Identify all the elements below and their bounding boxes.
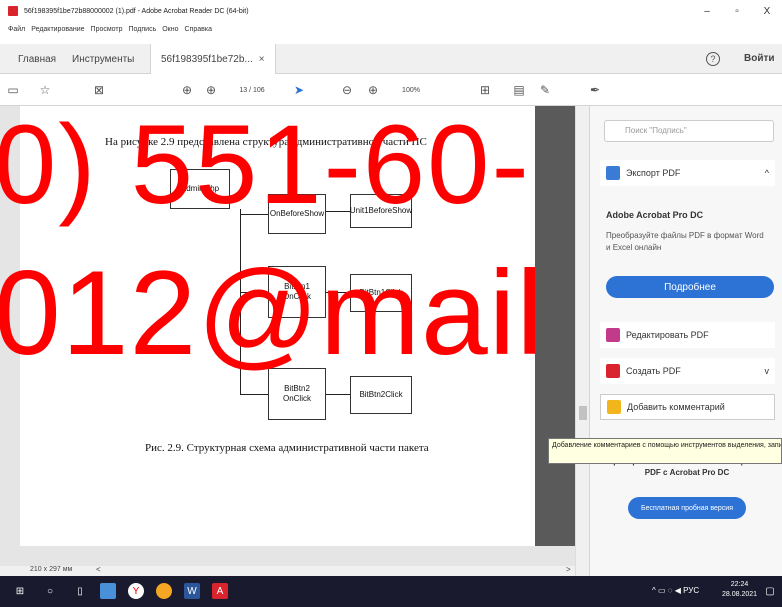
- zoom-in-icon[interactable]: ⊕: [366, 82, 380, 98]
- node-bitbtn1-onclick: BitBtn1 OnClick: [268, 266, 326, 318]
- tools-search-input[interactable]: Поиск "Подпись": [604, 120, 774, 142]
- chevron-up-icon: ^: [764, 168, 769, 178]
- tools-panel: Поиск "Подпись" Экспорт PDF ^ Adobe Acro…: [589, 106, 782, 576]
- mail-icon[interactable]: ⊠: [92, 82, 106, 98]
- tab-document-label: 56f198395f1be72b...: [161, 53, 253, 65]
- page-size-label: 210 x 297 мм: [30, 566, 73, 573]
- window-title: 56f198395f1be72b88000002 (1).pdf - Adobe…: [24, 7, 249, 15]
- more-button[interactable]: Подробнее: [606, 276, 774, 298]
- tab-bar: Главная Инструменты 56f198395f1be72b... …: [0, 44, 782, 74]
- page-gutter: [535, 106, 575, 546]
- scroll-right-icon[interactable]: >: [566, 565, 571, 574]
- doc-paragraph: На рисунке 2.9 представлена структура ад…: [105, 136, 427, 148]
- menu-view[interactable]: Просмотр: [91, 26, 123, 33]
- menu-help[interactable]: Справка: [185, 26, 212, 33]
- node-bitbtn2-onclick: BitBtn2 OnClick: [268, 368, 326, 420]
- zoom-level-select[interactable]: 100%: [396, 82, 426, 98]
- next-page-icon[interactable]: ⊕: [204, 82, 218, 98]
- connector-line: [240, 209, 241, 395]
- pen-icon[interactable]: ✎: [538, 82, 552, 98]
- menu-window[interactable]: Окно: [162, 26, 178, 33]
- task-view-icon[interactable]: ▯: [72, 583, 88, 599]
- toolbar: ▭ ☆ ⊠ ⊕ ⊕ 13 / 106 ➤ ⊖ ⊕ 100% ⊞ ▤ ✎ ✒: [0, 74, 782, 106]
- add-comment-label: Добавить комментарий: [627, 402, 725, 412]
- yandex-browser-icon[interactable]: Y: [128, 583, 144, 599]
- clock-time: 22:24: [730, 581, 749, 588]
- notifications-icon[interactable]: ▢: [762, 583, 778, 599]
- node-admin: Admin.php: [170, 169, 230, 209]
- connector-line: [240, 394, 268, 395]
- add-comment-item[interactable]: Добавить комментарий: [600, 394, 775, 420]
- scrollbar-thumb[interactable]: [579, 406, 587, 420]
- promo-text: Преобразуйте файлы PDF в формат Word и E…: [606, 231, 764, 252]
- node-bitbtn1click: BitBtn1Click: [350, 274, 412, 312]
- keyboard-icon[interactable]: ⊞: [478, 82, 492, 98]
- connector-line: [326, 394, 350, 395]
- acrobat-icon: [8, 6, 18, 16]
- comment-icon[interactable]: ▤: [512, 82, 526, 98]
- system-tray[interactable]: ^ ▭ ◌ ◀ РУС: [652, 586, 699, 595]
- maximize-button[interactable]: ▫: [722, 0, 752, 22]
- chrome-icon[interactable]: [156, 583, 172, 599]
- scroll-left-icon[interactable]: <: [96, 565, 101, 574]
- clock[interactable]: 22:24 28.08.2021: [722, 580, 757, 600]
- prev-page-icon[interactable]: ⊕: [180, 82, 194, 98]
- select-cursor-icon[interactable]: ➤: [292, 82, 306, 98]
- taskbar: ⊞ ○ ▯ Y W A ^ ▭ ◌ ◀ РУС 22:24 28.08.2021…: [0, 576, 782, 607]
- edit-pdf-icon: [606, 328, 620, 342]
- figure-caption: Рис. 2.9. Структурная схема администрати…: [145, 442, 429, 454]
- menu-sign[interactable]: Подпись: [129, 26, 157, 33]
- promo-title: Adobe Acrobat Pro DC: [606, 210, 704, 220]
- chevron-down-icon: v: [764, 366, 770, 376]
- export-pdf-icon: [606, 166, 620, 180]
- sign-icon[interactable]: ✒: [588, 82, 602, 98]
- page-number-field[interactable]: 13 / 106: [232, 82, 272, 98]
- node-unit1beforeshow: Unit1BeforeShow: [350, 194, 412, 228]
- edit-pdf-label: Редактировать PDF: [626, 330, 709, 340]
- close-tab-icon[interactable]: ×: [259, 54, 265, 65]
- connector-line: [326, 211, 350, 212]
- tooltip: Добавление комментариев с помощью инстру…: [548, 438, 782, 464]
- tab-tools[interactable]: Инструменты: [72, 44, 134, 74]
- menu-bar: Файл Редактирование Просмотр Подпись Окн…: [0, 22, 782, 36]
- edit-pdf-item[interactable]: Редактировать PDF: [600, 322, 775, 348]
- zoom-out-icon[interactable]: ⊖: [340, 82, 354, 98]
- clock-date: 28.08.2021: [722, 591, 758, 598]
- window-titlebar: 56f198395f1be72b88000002 (1).pdf - Adobe…: [0, 0, 782, 22]
- export-pdf-label: Экспорт PDF: [626, 168, 681, 178]
- close-window-button[interactable]: X: [752, 0, 782, 22]
- word-icon[interactable]: W: [184, 583, 200, 599]
- status-bar: 210 x 297 мм < >: [0, 565, 575, 576]
- create-pdf-label: Создать PDF: [626, 366, 681, 376]
- search-icon[interactable]: ○: [42, 583, 58, 599]
- start-icon[interactable]: ⊞: [12, 583, 28, 599]
- connector-line: [326, 292, 350, 293]
- tab-document[interactable]: 56f198395f1be72b... ×: [150, 44, 276, 74]
- help-icon[interactable]: ?: [706, 52, 720, 66]
- menu-edit[interactable]: Редактирование: [31, 26, 84, 33]
- file-explorer-icon[interactable]: [100, 583, 116, 599]
- minimize-button[interactable]: –: [692, 0, 722, 22]
- connector-line: [240, 292, 268, 293]
- comment-tool-icon: [607, 400, 621, 414]
- create-pdf-item[interactable]: Создать PDF v: [600, 358, 775, 384]
- trial-button[interactable]: Бесплатная пробная версия: [628, 497, 746, 519]
- document-area[interactable]: На рисунке 2.9 представлена структура ад…: [0, 106, 575, 576]
- login-button[interactable]: Войти: [744, 53, 775, 64]
- create-pdf-icon: [606, 364, 620, 378]
- export-pdf-item[interactable]: Экспорт PDF ^: [600, 160, 775, 186]
- menu-file[interactable]: Файл: [8, 26, 25, 33]
- connector-line: [240, 214, 268, 215]
- pdf-page: На рисунке 2.9 представлена структура ад…: [20, 106, 535, 546]
- node-bitbtn2click: BitBtn2Click: [350, 376, 412, 414]
- star-icon[interactable]: ☆: [38, 82, 52, 98]
- acrobat-taskbar-icon[interactable]: A: [212, 583, 228, 599]
- node-onbeforeshow: OnBeforeShow: [268, 194, 326, 234]
- save-icon[interactable]: ▭: [6, 82, 20, 98]
- tab-home[interactable]: Главная: [18, 44, 56, 74]
- vertical-scrollbar[interactable]: [575, 106, 589, 576]
- language-indicator[interactable]: РУС: [683, 586, 699, 595]
